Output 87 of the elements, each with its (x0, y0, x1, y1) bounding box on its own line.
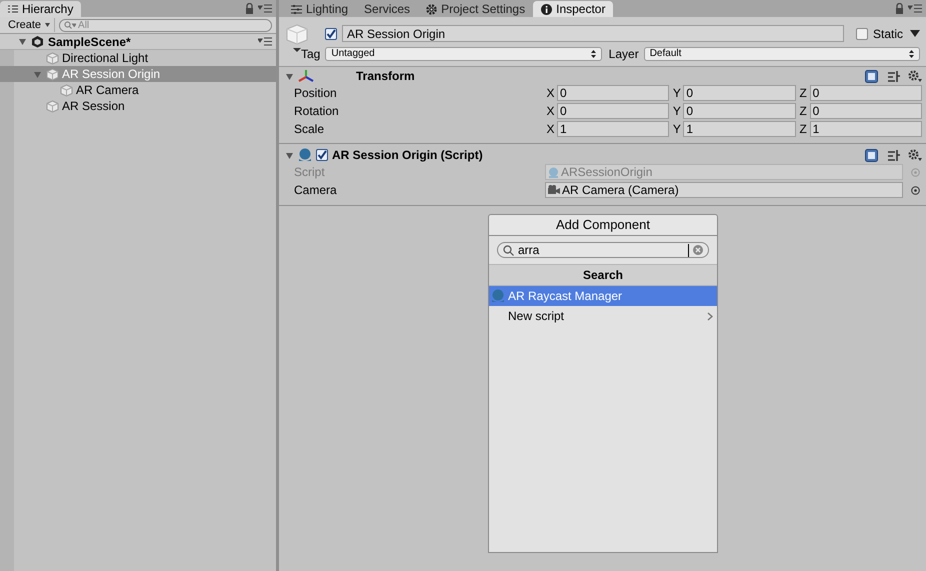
tab[interactable]: Services (356, 1, 418, 17)
active-checkbox[interactable] (325, 28, 337, 40)
unity-logo-icon (31, 35, 44, 48)
menu-icon[interactable] (258, 37, 272, 46)
axis-label: Y (672, 103, 682, 120)
settings-icon[interactable] (908, 70, 922, 82)
number-field[interactable]: 1 (810, 121, 922, 137)
number-field[interactable]: 1 (557, 121, 670, 137)
scene-name: SampleScene* (48, 34, 132, 50)
name-field[interactable]: AR Session Origin (342, 25, 844, 42)
cube-icon (60, 84, 73, 96)
axis-label: Y (672, 85, 682, 102)
tree-item[interactable]: Directional Light (0, 50, 276, 66)
tree-item[interactable]: AR Session (0, 98, 276, 114)
caret-icon (45, 23, 50, 27)
component-title: Transform (356, 68, 416, 85)
tab[interactable]: Lighting (283, 1, 356, 17)
info-icon (541, 4, 552, 14)
object-field[interactable]: AR Camera (Camera) (545, 182, 903, 198)
component-search-field[interactable]: arra (497, 242, 709, 258)
number-field[interactable]: 0 (557, 103, 670, 119)
sliders-icon (291, 4, 302, 14)
camera-icon (548, 185, 560, 195)
cube-icon (46, 100, 59, 112)
settings-icon[interactable] (908, 149, 922, 161)
number-field[interactable]: 0 (683, 85, 796, 101)
tab[interactable]: Inspector (533, 1, 614, 17)
axis-label: X (545, 103, 556, 120)
tag-dropdown[interactable]: Untagged (325, 46, 602, 60)
script-icon (298, 148, 312, 162)
axis-label: Z (798, 103, 808, 120)
field-label: Rotation (294, 103, 340, 120)
axis-label: Z (798, 85, 808, 102)
layer-label: Layer (608, 46, 639, 62)
create-dropdown[interactable]: Create (4, 18, 56, 32)
component-list-item[interactable]: AR Raycast Manager (489, 286, 717, 306)
axis-label: Y (672, 121, 682, 138)
static-label: Static (872, 26, 903, 42)
cube-icon (46, 68, 59, 80)
menu-icon[interactable] (908, 4, 922, 13)
field-label: Camera (294, 182, 338, 199)
transform-axes-icon (298, 69, 314, 83)
tree-item[interactable]: AR Camera (0, 82, 276, 98)
preset-icon[interactable] (888, 70, 900, 82)
gear-icon (426, 4, 438, 14)
help-book-icon[interactable] (865, 148, 878, 162)
cube-icon (46, 52, 59, 64)
number-field[interactable]: 0 (810, 103, 922, 119)
script-icon (548, 166, 559, 178)
script-icon (491, 289, 505, 303)
tag-label: Tag (301, 46, 320, 62)
axis-label: X (545, 121, 556, 138)
axis-label: X (545, 85, 556, 102)
preset-icon[interactable] (888, 149, 900, 161)
clear-icon[interactable] (693, 245, 703, 255)
list-icon (8, 5, 18, 13)
lock-icon[interactable] (895, 3, 904, 14)
field-label: Position (294, 85, 338, 102)
menu-icon[interactable] (258, 4, 272, 13)
foldout-triangle-icon[interactable] (285, 72, 294, 80)
field-label: Script (294, 164, 326, 181)
object-field: ARSessionOrigin (545, 164, 903, 180)
foldout-triangle-icon[interactable] (285, 150, 294, 160)
dropdown-triangle-icon[interactable] (910, 30, 920, 37)
chevron-right-icon (707, 312, 713, 320)
number-field[interactable]: 0 (810, 85, 922, 101)
stepper-arrows-icon (909, 50, 914, 58)
number-field[interactable]: 1 (683, 121, 796, 137)
search-icon (503, 244, 514, 256)
add-component-button[interactable]: Add Component (488, 214, 718, 236)
stepper-arrows-icon (590, 50, 596, 58)
help-book-icon[interactable] (865, 70, 878, 82)
component-list-item[interactable]: New script (489, 306, 717, 326)
tab[interactable]: Project Settings (418, 1, 534, 17)
axis-label: Z (798, 121, 808, 138)
expand-triangle-icon[interactable] (18, 37, 27, 46)
search-icon (64, 21, 76, 29)
number-field[interactable]: 0 (683, 103, 796, 119)
component-title: AR Session Origin (Script) (332, 147, 484, 164)
enabled-checkbox[interactable] (316, 149, 328, 161)
static-checkbox[interactable] (856, 28, 868, 40)
number-field[interactable]: 0 (557, 85, 670, 101)
popup-header: Search (489, 264, 717, 286)
layer-dropdown[interactable]: Default (644, 46, 920, 60)
tab[interactable]: Hierarchy (0, 1, 82, 17)
field-label: Scale (294, 121, 326, 138)
lock-icon[interactable] (245, 3, 254, 14)
